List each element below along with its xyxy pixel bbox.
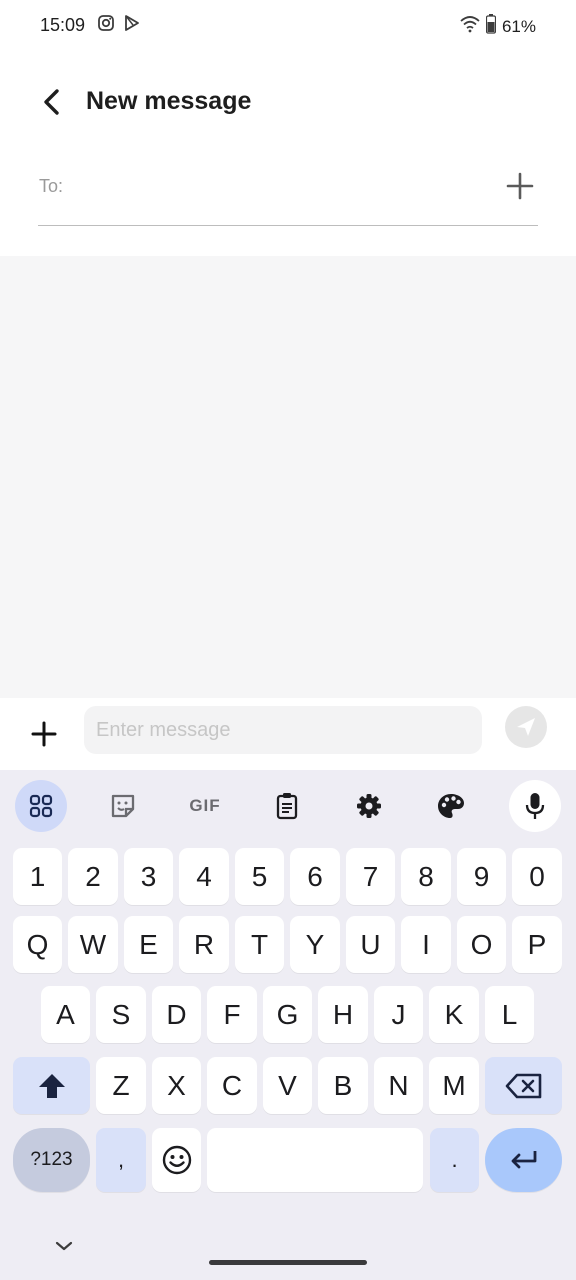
backspace-icon xyxy=(505,1073,541,1098)
enter-icon xyxy=(511,1151,536,1169)
hide-keyboard-button[interactable] xyxy=(52,1234,76,1258)
emoji-icon xyxy=(162,1145,191,1175)
key-7[interactable]: 7 xyxy=(346,848,395,905)
key-b[interactable]: B xyxy=(318,1057,368,1114)
key-8[interactable]: 8 xyxy=(401,848,451,905)
key-6[interactable]: 6 xyxy=(290,848,340,905)
key-s[interactable]: S xyxy=(96,986,146,1043)
key-9[interactable]: 9 xyxy=(457,848,506,905)
send-icon xyxy=(517,718,535,736)
key-k[interactable]: K xyxy=(429,986,479,1043)
recipient-label: To: xyxy=(39,176,64,196)
battery-percent: 61% xyxy=(501,16,536,36)
gif-button[interactable]: GIF xyxy=(179,780,231,832)
send-button[interactable] xyxy=(505,706,547,748)
key-j[interactable]: J xyxy=(374,986,423,1043)
key-u[interactable]: U xyxy=(346,916,395,973)
enter-key[interactable] xyxy=(485,1128,562,1192)
back-arrow-icon xyxy=(44,89,59,115)
apps-grid-button[interactable] xyxy=(15,780,67,832)
shift-key[interactable] xyxy=(13,1057,90,1114)
recipient-row: To: xyxy=(38,160,538,226)
key-r[interactable]: R xyxy=(179,916,229,973)
key-l[interactable]: L xyxy=(485,986,534,1043)
key-c[interactable]: C xyxy=(207,1057,257,1114)
chevron-down-icon xyxy=(55,1241,73,1251)
key-1[interactable]: 1 xyxy=(13,848,62,905)
key-z[interactable]: Z xyxy=(96,1057,146,1114)
clipboard-icon xyxy=(276,793,298,820)
key-v[interactable]: V xyxy=(263,1057,312,1114)
home-indicator[interactable] xyxy=(209,1260,367,1265)
conversation-area xyxy=(0,256,576,698)
key-2[interactable]: 2 xyxy=(68,848,118,905)
key-d[interactable]: D xyxy=(152,986,201,1043)
plus-icon xyxy=(506,172,534,200)
attach-button[interactable] xyxy=(26,714,62,754)
app-header: New message xyxy=(0,76,576,132)
keyboard: G I F 1 2 3 4 5 6 7 8 9 0 Q W E R T Y U I … xyxy=(0,770,576,1280)
settings-button[interactable] xyxy=(343,780,395,832)
key-5[interactable]: 5 xyxy=(235,848,284,905)
sticker-icon xyxy=(111,794,135,818)
microphone-icon xyxy=(525,793,545,819)
apps-grid-icon xyxy=(29,794,53,818)
status-bar: 15:09 61% xyxy=(0,0,576,52)
plus-icon xyxy=(31,721,57,747)
key-4[interactable]: 4 xyxy=(179,848,229,905)
page-title: New message xyxy=(86,87,252,115)
settings-gear-icon xyxy=(357,794,381,818)
sticker-button[interactable] xyxy=(97,780,149,832)
palette-icon xyxy=(438,794,464,818)
key-i[interactable]: I xyxy=(401,916,451,973)
status-right-group: 61% xyxy=(460,14,536,39)
key-f[interactable]: F xyxy=(207,986,257,1043)
theme-button[interactable] xyxy=(425,780,477,832)
key-g[interactable]: G xyxy=(263,986,312,1043)
compose-bar xyxy=(0,698,576,770)
add-recipient-button[interactable] xyxy=(504,170,536,202)
battery-icon xyxy=(485,14,497,39)
emoji-key[interactable] xyxy=(152,1128,201,1192)
key-w[interactable]: W xyxy=(68,916,118,973)
key-h[interactable]: H xyxy=(318,986,368,1043)
voice-input-button[interactable] xyxy=(509,780,561,832)
key-n[interactable]: N xyxy=(374,1057,423,1114)
key-3[interactable]: 3 xyxy=(124,848,173,905)
key-e[interactable]: E xyxy=(124,916,173,973)
key-q[interactable]: Q xyxy=(13,916,62,973)
clipboard-button[interactable] xyxy=(261,780,313,832)
backspace-key[interactable] xyxy=(485,1057,562,1114)
key-x[interactable]: X xyxy=(152,1057,201,1114)
key-a[interactable]: A xyxy=(41,986,90,1043)
key-0[interactable]: 0 xyxy=(512,848,562,905)
key-o[interactable]: O xyxy=(457,916,506,973)
message-input[interactable] xyxy=(84,706,482,754)
key-p[interactable]: P xyxy=(512,916,562,973)
instagram-icon xyxy=(97,14,115,37)
recipient-input[interactable] xyxy=(78,168,478,208)
comma-key[interactable]: , xyxy=(96,1128,146,1192)
key-y[interactable]: Y xyxy=(290,916,340,973)
key-t[interactable]: T xyxy=(235,916,284,973)
keyboard-toolbar: GIF xyxy=(0,778,576,834)
period-key[interactable]: . xyxy=(430,1128,479,1192)
space-key[interactable] xyxy=(207,1128,423,1192)
symbols-key[interactable]: ?123 xyxy=(13,1128,90,1192)
new-message-screen: 15:09 61% New message To: Enter message … xyxy=(0,0,576,1280)
key-m[interactable]: M xyxy=(429,1057,479,1114)
wifi-icon xyxy=(460,15,480,38)
status-time: 15:09 xyxy=(40,15,86,35)
play-store-icon xyxy=(123,14,141,37)
shift-arrow-icon xyxy=(38,1073,65,1098)
gif-icon: GIF xyxy=(189,796,221,815)
back-button[interactable] xyxy=(32,82,72,122)
